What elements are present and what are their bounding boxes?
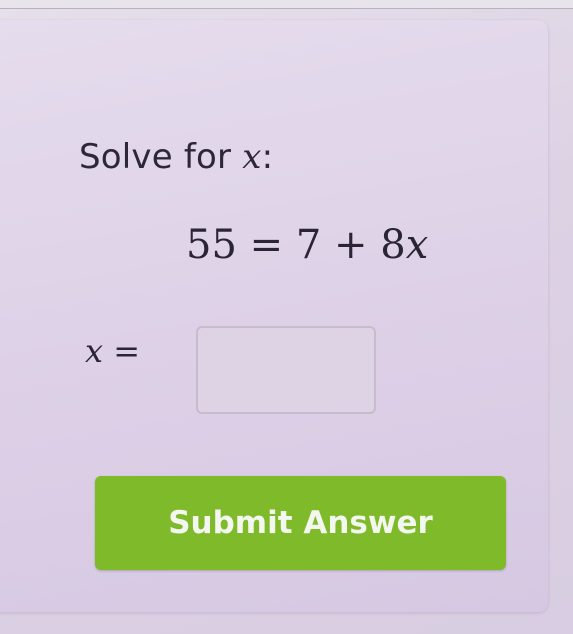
equation-variable: x (405, 222, 429, 268)
answer-equals: = (113, 332, 141, 370)
answer-label: x = (85, 332, 140, 370)
equation-plus: + (334, 222, 368, 268)
prompt-variable: x (242, 137, 262, 177)
prompt-text: Solve for (79, 137, 243, 177)
prompt-suffix: : (261, 137, 274, 177)
equation-left: 55 (186, 222, 237, 268)
submit-answer-button[interactable]: Submit Answer (95, 476, 506, 570)
equation-constant: 7 (295, 222, 322, 268)
equation-equals: = (249, 222, 284, 268)
equation: 55 = 7 + 8x (186, 222, 428, 268)
answer-input[interactable] (196, 326, 376, 414)
answer-variable: x (85, 332, 104, 370)
equation-coefficient: 8 (380, 222, 406, 268)
top-divider (0, 0, 573, 9)
question-prompt: Solve for x: (79, 137, 273, 177)
equation-term: 8x (380, 222, 428, 268)
